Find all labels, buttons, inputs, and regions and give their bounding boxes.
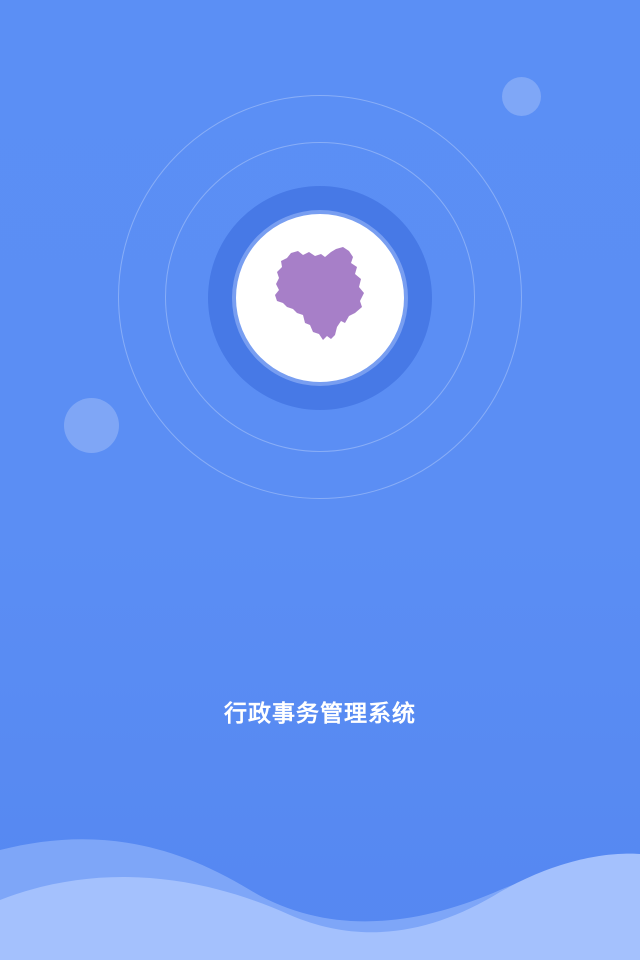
app-title: 行政事务管理系统 — [224, 701, 416, 727]
app-logo — [236, 214, 404, 382]
bottom-wave-decoration — [0, 839, 640, 960]
decorative-bubble — [64, 398, 119, 453]
region-map-icon — [275, 247, 364, 340]
splash-screen: 行政事务管理系统 — [0, 0, 640, 960]
decorative-bubble — [502, 77, 541, 116]
